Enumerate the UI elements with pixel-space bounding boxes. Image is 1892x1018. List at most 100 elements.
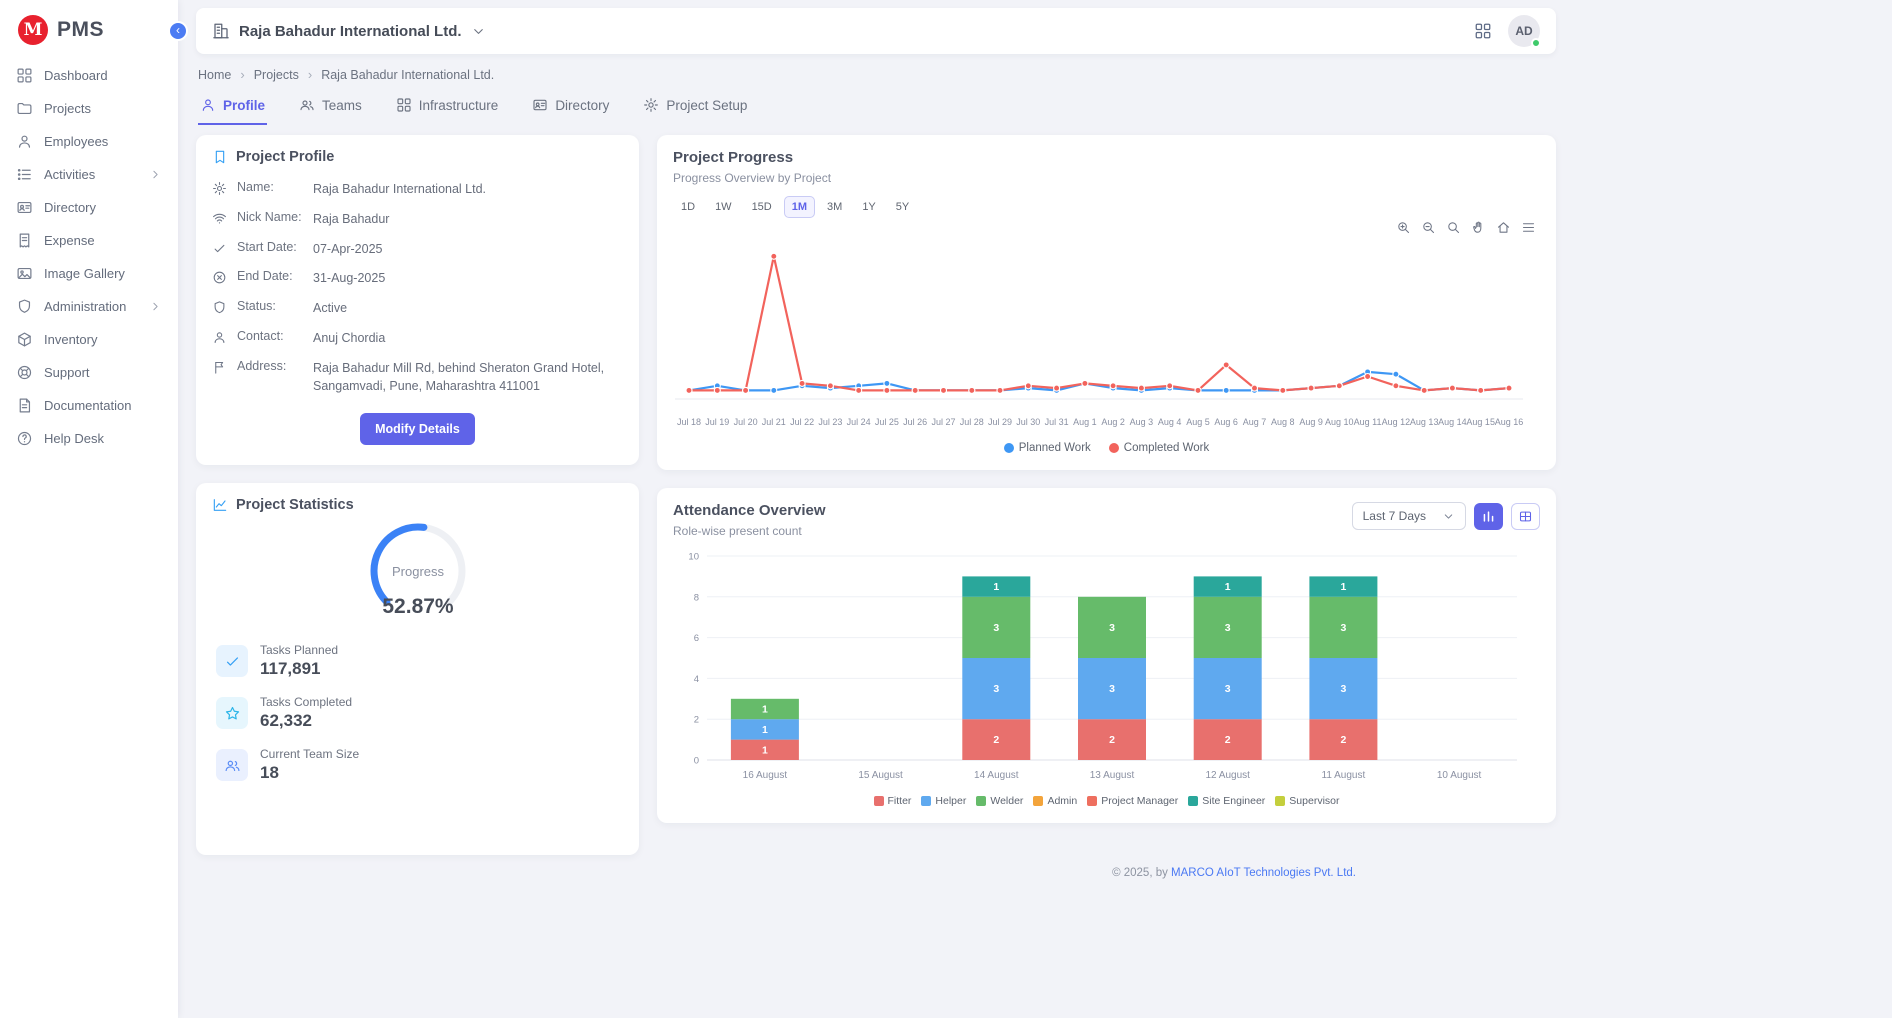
tab-profile[interactable]: Profile (198, 91, 267, 125)
pan-icon[interactable] (1471, 220, 1486, 235)
svg-text:Aug 4: Aug 4 (1158, 417, 1182, 427)
tab-label: Directory (555, 98, 609, 113)
sidebar-item-employees[interactable]: Employees (0, 125, 178, 158)
sidebar-item-label: Expense (44, 233, 95, 248)
legend-item-fitter[interactable]: Fitter (874, 795, 912, 807)
sidebar-item-help-desk[interactable]: Help Desk (0, 422, 178, 455)
sidebar-item-label: Help Desk (44, 431, 104, 446)
svg-text:13 August: 13 August (1090, 770, 1135, 781)
bar-view-button[interactable] (1474, 503, 1503, 530)
legend-item-project-manager[interactable]: Project Manager (1087, 795, 1178, 807)
dashboard-grid: Project Profile Name:Raja Bahadur Intern… (196, 135, 1556, 855)
tab-teams[interactable]: Teams (297, 91, 364, 125)
gear-icon (643, 97, 659, 113)
table-view-button[interactable] (1511, 503, 1540, 530)
legend-item-helper[interactable]: Helper (921, 795, 966, 807)
svg-text:Jul 24: Jul 24 (847, 417, 871, 427)
svg-text:Jul 22: Jul 22 (790, 417, 814, 427)
selection-zoom-icon[interactable] (1446, 220, 1461, 235)
sidebar-item-activities[interactable]: Activities (0, 158, 178, 191)
svg-text:3: 3 (1109, 683, 1115, 695)
gauge-label: Progress (391, 564, 444, 579)
sidebar-item-label: Image Gallery (44, 266, 125, 281)
field-value: Raja Bahadur (313, 210, 389, 229)
svg-text:2: 2 (694, 715, 699, 726)
sidebar-item-inventory[interactable]: Inventory (0, 323, 178, 356)
legend-item-welder[interactable]: Welder (976, 795, 1023, 807)
sidebar-item-administration[interactable]: Administration (0, 290, 178, 323)
reset-zoom-icon[interactable] (1496, 220, 1511, 235)
chart-line-icon (212, 497, 228, 513)
svg-text:2: 2 (993, 734, 999, 746)
svg-text:2: 2 (1340, 734, 1346, 746)
range-button-1d[interactable]: 1D (673, 196, 703, 218)
lifebuoy-icon (16, 364, 33, 381)
svg-text:Aug 16: Aug 16 (1495, 417, 1524, 427)
profile-fields: Name:Raja Bahadur International Ltd.Nick… (212, 180, 623, 396)
sidebar-item-projects[interactable]: Projects (0, 92, 178, 125)
stat-label: Current Team Size (260, 747, 359, 761)
chart-menu-icon[interactable] (1521, 220, 1536, 235)
modify-details-button[interactable]: Modify Details (360, 413, 475, 445)
sidebar-item-support[interactable]: Support (0, 356, 178, 389)
legend-item-admin[interactable]: Admin (1033, 795, 1077, 807)
sidebar-item-image-gallery[interactable]: Image Gallery (0, 257, 178, 290)
image-icon (16, 265, 33, 282)
svg-text:Aug 11: Aug 11 (1354, 417, 1382, 427)
legend-item-site-engineer[interactable]: Site Engineer (1188, 795, 1265, 807)
svg-text:1: 1 (762, 724, 768, 736)
range-button-1w[interactable]: 1W (707, 196, 740, 218)
range-button-1m[interactable]: 1M (784, 196, 815, 218)
sidebar-item-expense[interactable]: Expense (0, 224, 178, 257)
legend-marker-icon (921, 796, 931, 806)
project-progress-chart[interactable]: Jul 18Jul 19Jul 20Jul 21Jul 22Jul 23Jul … (673, 235, 1540, 438)
breadcrumb-item[interactable]: Home (198, 68, 231, 82)
tab-project-setup[interactable]: Project Setup (641, 91, 749, 125)
footer-company-link[interactable]: MARCO AIoT Technologies Pvt. Ltd. (1171, 867, 1356, 879)
check-icon (224, 653, 241, 670)
project-statistics-card: Project Statistics Progress52.87% Tasks … (196, 483, 639, 855)
tab-label: Teams (322, 98, 362, 113)
field-value: 31-Aug-2025 (313, 269, 385, 288)
attendance-chart[interactable]: 024681011116 August15 August233114 Augus… (673, 546, 1540, 791)
app-logo[interactable]: M PMS (0, 0, 178, 59)
svg-text:1: 1 (762, 704, 768, 716)
field-value: Active (313, 299, 347, 318)
range-button-3m[interactable]: 3M (819, 196, 850, 218)
field-label: Name: (237, 180, 303, 194)
range-button-1y[interactable]: 1Y (854, 196, 883, 218)
xcircle-icon (212, 270, 227, 285)
company-selector[interactable]: Raja Bahadur International Ltd. (212, 22, 486, 40)
avatar[interactable]: AD (1508, 15, 1540, 47)
tab-bar: Profile Teams Infrastructure Directory Proje… (198, 91, 1554, 125)
svg-text:Jul 26: Jul 26 (903, 417, 927, 427)
profile-field-name: Name:Raja Bahadur International Ltd. (212, 180, 623, 199)
legend-item-planned-work[interactable]: Planned Work (1004, 442, 1091, 454)
svg-text:Jul 29: Jul 29 (988, 417, 1012, 427)
project-progress-title: Project Progress (673, 149, 1540, 166)
legend-item-completed-work[interactable]: Completed Work (1109, 442, 1209, 454)
users-icon (299, 97, 315, 113)
line-series-completed-work (689, 256, 1509, 390)
company-name: Raja Bahadur International Ltd. (239, 23, 462, 40)
svg-text:Jul 30: Jul 30 (1016, 417, 1040, 427)
breadcrumb-item[interactable]: Projects (254, 68, 299, 82)
days-filter-select[interactable]: Last 7 Days (1352, 502, 1466, 530)
range-button-5y[interactable]: 5Y (888, 196, 917, 218)
sidebar-item-label: Documentation (44, 398, 131, 413)
building-icon (212, 22, 230, 40)
sidebar-item-dashboard[interactable]: Dashboard (0, 59, 178, 92)
zoom-in-icon[interactable] (1396, 220, 1411, 235)
sidebar-item-documentation[interactable]: Documentation (0, 389, 178, 422)
svg-text:Aug 6: Aug 6 (1214, 417, 1238, 427)
sidebar-item-directory[interactable]: Directory (0, 191, 178, 224)
profile-field-status: Status:Active (212, 299, 623, 318)
field-label: Start Date: (237, 240, 303, 254)
tab-directory[interactable]: Directory (530, 91, 611, 125)
tab-infrastructure[interactable]: Infrastructure (394, 91, 501, 125)
apps-grid-button[interactable] (1474, 22, 1492, 40)
range-button-15d[interactable]: 15D (744, 196, 780, 218)
zoom-out-icon[interactable] (1421, 220, 1436, 235)
sidebar-collapse-button[interactable]: ‹ (168, 21, 188, 41)
legend-item-supervisor[interactable]: Supervisor (1275, 795, 1339, 807)
